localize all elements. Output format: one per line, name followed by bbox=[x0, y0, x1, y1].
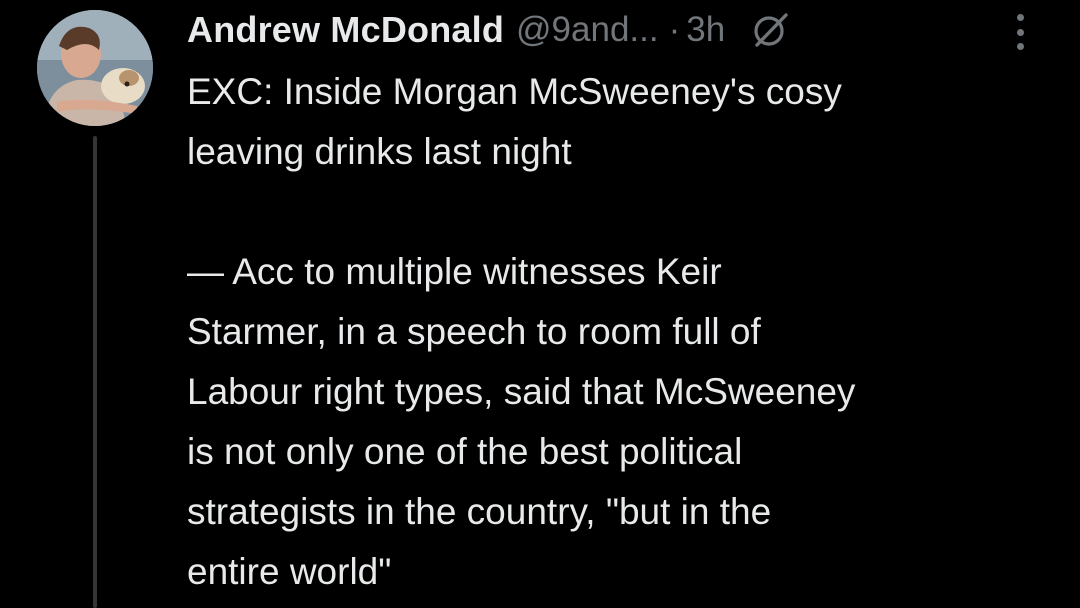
author-display-name[interactable]: Andrew McDonald bbox=[187, 9, 504, 51]
tweet-paragraph: EXC: Inside Morgan McSweeney's cosy leav… bbox=[187, 71, 842, 172]
author-handle[interactable]: @9and... bbox=[516, 10, 659, 50]
more-options-icon[interactable] bbox=[1008, 10, 1032, 54]
thread-line bbox=[93, 136, 97, 608]
separator-dot: · bbox=[668, 10, 681, 49]
more-dot bbox=[1016, 43, 1024, 50]
more-dot bbox=[1016, 28, 1024, 36]
tweet-paragraph: — Acc to multiple witnesses Keir Starmer… bbox=[187, 251, 856, 592]
profile-photo-icon bbox=[37, 10, 153, 126]
tweet-header: Andrew McDonald @9and... · 3h bbox=[187, 4, 791, 56]
avatar[interactable] bbox=[37, 10, 153, 126]
timestamp[interactable]: 3h bbox=[686, 10, 725, 50]
grok-icon[interactable] bbox=[751, 10, 791, 50]
tweet[interactable]: Andrew McDonald @9and... · 3h EXC: Insid… bbox=[0, 0, 1080, 608]
tweet-text: EXC: Inside Morgan McSweeney's cosy leav… bbox=[187, 62, 1057, 602]
more-dot bbox=[1016, 14, 1024, 21]
